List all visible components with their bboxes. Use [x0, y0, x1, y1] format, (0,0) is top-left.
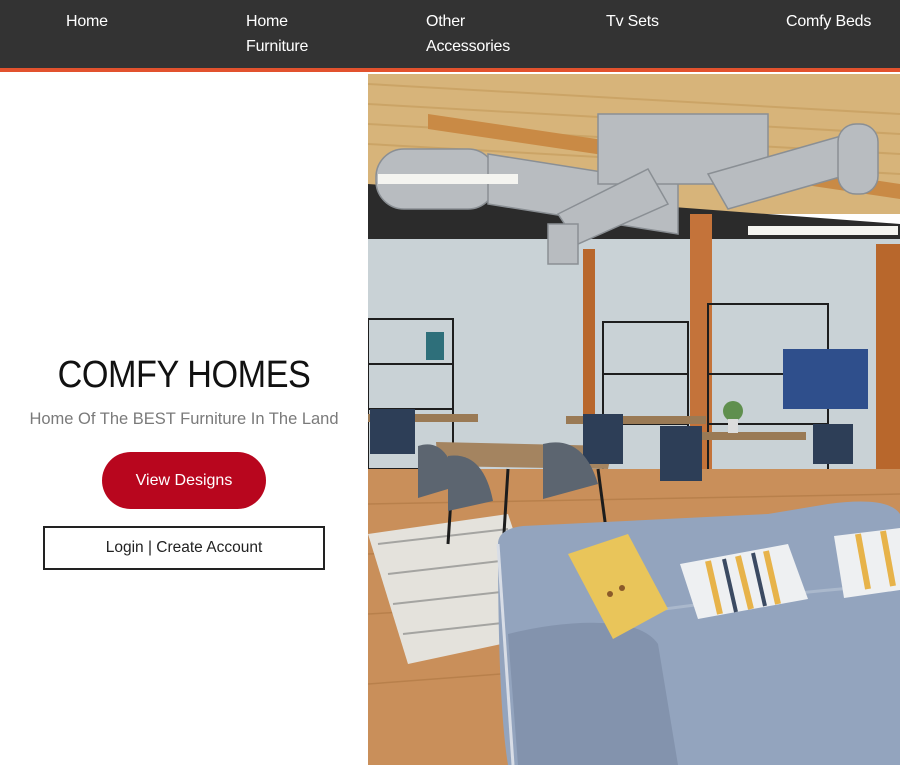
nav-link-label: Accessories — [426, 38, 511, 55]
nav-link-other-accessories[interactable]: Other Accessories — [426, 9, 536, 59]
nav-link-home[interactable]: Home — [66, 9, 108, 34]
hero-panel: COMFY HOMES Home Of The BEST Furniture I… — [0, 74, 368, 765]
top-nav-bar: Home Home Furniture Other Accessories Tv… — [0, 0, 900, 72]
nav-link-home-furniture[interactable]: Home Furniture — [246, 9, 336, 59]
nav-link-label: Home — [66, 13, 108, 30]
hero-image — [368, 74, 900, 765]
nav-link-tv-sets[interactable]: Tv Sets — [606, 9, 659, 34]
nav-link-label: Other — [426, 13, 466, 30]
hero-subtitle: Home Of The BEST Furniture In The Land — [29, 410, 339, 428]
hero-title: COMFY HOMES — [57, 354, 311, 396]
view-designs-button[interactable]: View Designs — [102, 452, 266, 509]
login-create-account-button[interactable]: Login | Create Account — [43, 526, 325, 570]
nav-link-label: Home — [246, 13, 288, 30]
nav-link-label: Comfy Beds — [786, 13, 872, 30]
nav-link-comfy-beds[interactable]: Comfy Beds — [786, 9, 871, 34]
nav-link-label: Furniture — [246, 38, 309, 55]
nav-link-label: Tv Sets — [606, 13, 659, 30]
